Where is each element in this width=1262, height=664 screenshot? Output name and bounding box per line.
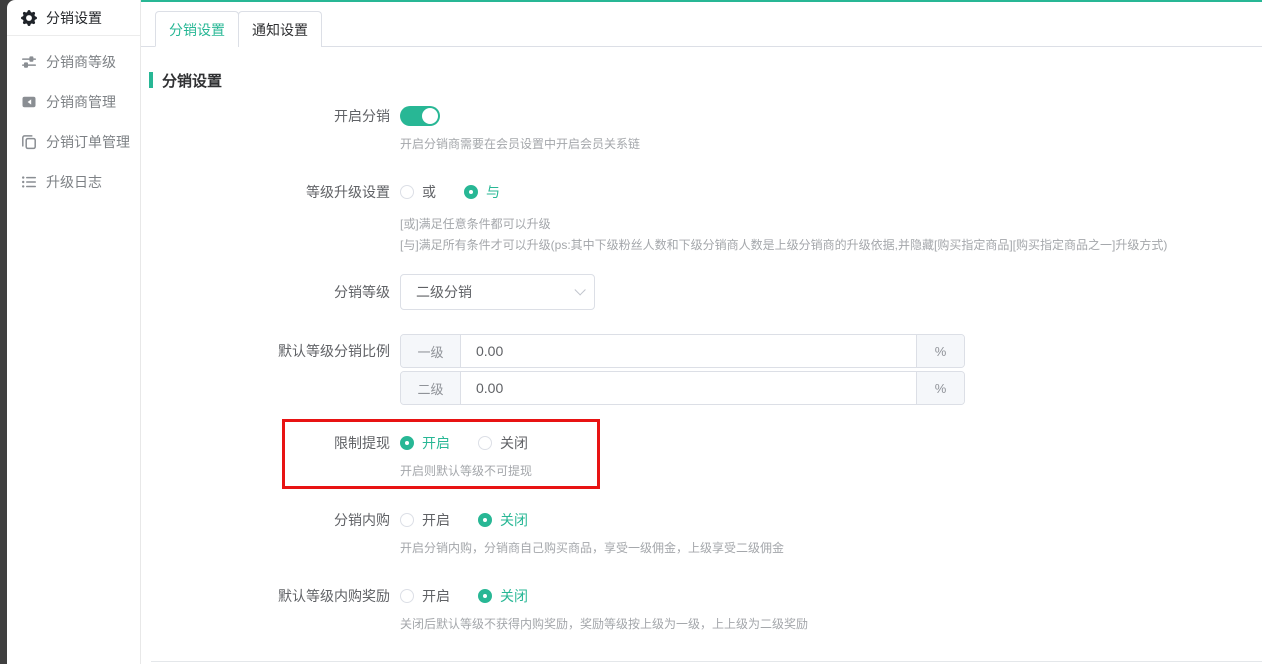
input-prepend: 二级 bbox=[401, 372, 461, 404]
input-append-percent: % bbox=[916, 335, 964, 367]
radio-icon bbox=[400, 589, 414, 603]
ratio-input-level2[interactable] bbox=[461, 372, 916, 404]
list-icon bbox=[21, 174, 37, 190]
helper-text-and: [与]满足所有条件才可以升级(ps:其中下级粉丝人数和下级分销商人数是上级分销商… bbox=[400, 235, 1262, 256]
radio-icon bbox=[400, 513, 414, 527]
radio-and[interactable]: 与 bbox=[464, 182, 500, 202]
sliders-icon bbox=[21, 54, 37, 70]
radio-inner-on[interactable]: 开启 bbox=[400, 510, 450, 530]
form-row-level-upgrade-setting: 等级升级设置 或 与 [或]满足任意条件都可以升级 [与]满足所有条件才可以升级… bbox=[141, 182, 1262, 256]
input-prepend: 一级 bbox=[401, 335, 461, 367]
collapsed-nav-rail bbox=[0, 0, 7, 664]
field-label: 等级升级设置 bbox=[141, 182, 400, 256]
radio-icon bbox=[478, 589, 492, 603]
radio-withdraw-off[interactable]: 关闭 bbox=[478, 433, 528, 453]
helper-text: 开启分销商需要在会员设置中开启会员关系链 bbox=[400, 136, 1262, 152]
top-accent-line bbox=[141, 0, 1262, 2]
radio-icon bbox=[400, 436, 414, 450]
radio-withdraw-on[interactable]: 开启 bbox=[400, 433, 450, 453]
radio-icon bbox=[478, 513, 492, 527]
radio-reward-on[interactable]: 开启 bbox=[400, 586, 450, 606]
sidebar-item-label: 分销订单管理 bbox=[46, 132, 130, 152]
radio-reward-off[interactable]: 关闭 bbox=[478, 586, 528, 606]
field-label: 开启分销 bbox=[141, 105, 400, 152]
sidebar-item-label: 分销设置 bbox=[46, 8, 102, 28]
main-panel: 分销设置 通知设置 分销设置 开启分销 开启分销商需要在会员设置中开启会员关系链… bbox=[141, 0, 1262, 664]
tab-distribution-settings[interactable]: 分销设置 bbox=[155, 11, 239, 47]
form-row-default-inner-reward: 默认等级内购奖励 开启 关闭 关闭后默认等级不获得内购奖励，奖励等级按上级为一级… bbox=[141, 586, 1262, 632]
sidebar-item-upgrade-log[interactable]: 升级日志 bbox=[7, 162, 140, 202]
gear-icon bbox=[21, 10, 37, 26]
helper-text: 关闭后默认等级不获得内购奖励，奖励等级按上级为一级，上上级为二级奖励 bbox=[400, 616, 1262, 632]
section-title-accent-bar bbox=[149, 72, 153, 88]
radio-icon bbox=[464, 185, 478, 199]
field-label: 默认等级内购奖励 bbox=[141, 586, 400, 632]
chevron-down-icon bbox=[574, 284, 585, 295]
section-title: 分销设置 bbox=[149, 71, 1262, 89]
form-row-internal-purchase: 分销内购 开启 关闭 开启分销内购，分销商自己购买商品，享受一级佣金，上级享受二… bbox=[141, 510, 1262, 556]
sidebar-item-distributor-level[interactable]: 分销商等级 bbox=[7, 42, 140, 82]
field-label: 默认等级分销比例 bbox=[141, 334, 400, 405]
sidebar: 分销设置 分销商等级 分销商管理 分销订单管理 升级日志 bbox=[7, 0, 141, 664]
select-value: 二级分销 bbox=[416, 282, 574, 302]
section-title-text: 分销设置 bbox=[162, 70, 222, 91]
content-bottom-divider bbox=[151, 661, 1262, 662]
enable-distribution-toggle[interactable] bbox=[400, 106, 440, 126]
sidebar-item-label: 分销商管理 bbox=[46, 92, 116, 112]
radio-inner-off[interactable]: 关闭 bbox=[478, 510, 528, 530]
tab-notification-settings[interactable]: 通知设置 bbox=[238, 11, 322, 47]
radio-or[interactable]: 或 bbox=[400, 182, 436, 202]
ratio-input-level1[interactable] bbox=[461, 335, 916, 367]
helper-text: 开启分销内购，分销商自己购买商品，享受一级佣金，上级享受二级佣金 bbox=[400, 540, 1262, 556]
copy-icon bbox=[21, 134, 37, 150]
tab-bar: 分销设置 通知设置 bbox=[141, 0, 1262, 47]
form-row-distribution-level: 分销等级 二级分销 bbox=[141, 274, 1262, 310]
radio-icon bbox=[400, 185, 414, 199]
form-row-default-ratio: 默认等级分销比例 一级 % 二级 % bbox=[141, 334, 1262, 405]
sidebar-item-distribution-orders[interactable]: 分销订单管理 bbox=[7, 122, 140, 162]
input-append-percent: % bbox=[916, 372, 964, 404]
field-label: 限制提现 bbox=[141, 433, 400, 479]
app-window: 分销设置 分销商等级 分销商管理 分销订单管理 升级日志 bbox=[0, 0, 1262, 664]
helper-text-or: [或]满足任意条件都可以升级 bbox=[400, 214, 1262, 235]
ratio-input-group-level1: 一级 % bbox=[400, 334, 965, 368]
video-square-icon bbox=[21, 94, 37, 110]
distribution-level-select[interactable]: 二级分销 bbox=[400, 274, 595, 310]
ratio-input-group-level2: 二级 % bbox=[400, 371, 965, 405]
sidebar-item-label: 分销商等级 bbox=[46, 52, 116, 72]
radio-icon bbox=[478, 436, 492, 450]
field-label: 分销等级 bbox=[141, 274, 400, 310]
sidebar-item-distribution-settings[interactable]: 分销设置 bbox=[7, 0, 140, 36]
sidebar-item-distributor-management[interactable]: 分销商管理 bbox=[7, 82, 140, 122]
field-label: 分销内购 bbox=[141, 510, 400, 556]
form-row-enable-distribution: 开启分销 开启分销商需要在会员设置中开启会员关系链 bbox=[141, 105, 1262, 152]
sidebar-item-label: 升级日志 bbox=[46, 172, 102, 192]
form-row-restrict-withdraw: 限制提现 开启 关闭 开启则默认等级不可提现 bbox=[141, 433, 1262, 479]
helper-text: 开启则默认等级不可提现 bbox=[400, 463, 1262, 479]
